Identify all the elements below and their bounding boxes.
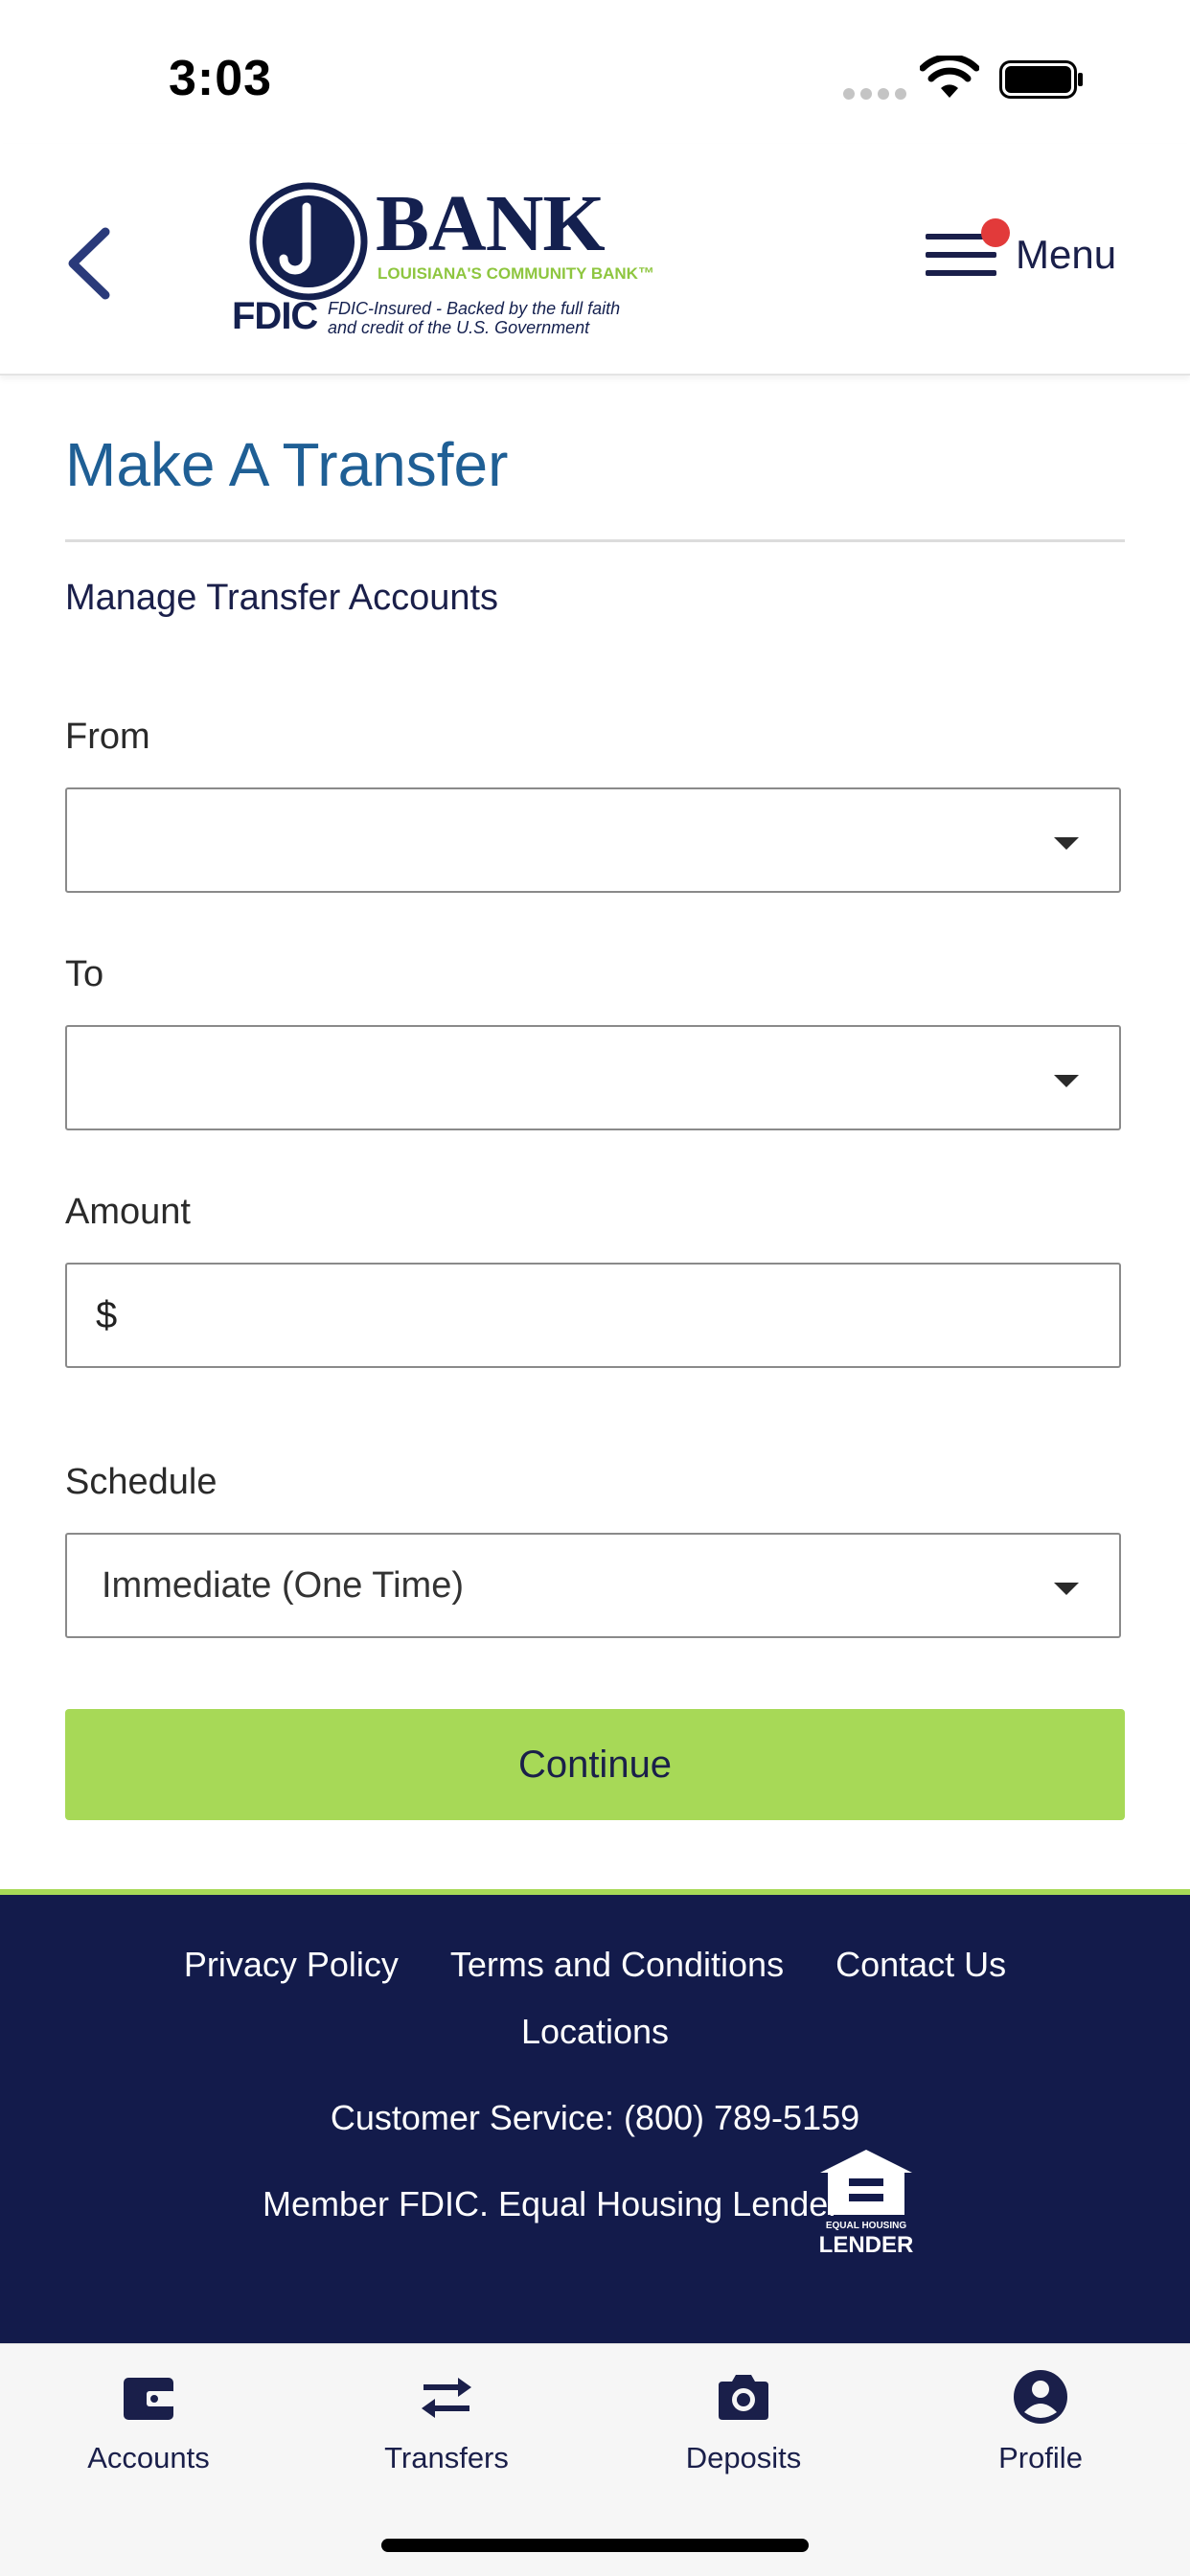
ehl-text-2: LENDER (818, 2232, 914, 2258)
amount-input[interactable]: $ (65, 1263, 1121, 1368)
menu-button[interactable]: Menu (926, 217, 1116, 293)
caret-down-icon (1054, 1075, 1079, 1087)
title-divider (65, 539, 1125, 542)
caret-down-icon (1054, 837, 1079, 850)
logo-tagline: LOUISIANA'S COMMUNITY BANK™ (378, 264, 654, 283)
person-circle-icon (1014, 2370, 1067, 2424)
tab-accounts[interactable]: Accounts (53, 2366, 244, 2475)
contact-us-link[interactable]: Contact Us (835, 1945, 1006, 1985)
back-button[interactable] (57, 220, 125, 307)
schedule-label: Schedule (65, 1462, 217, 1502)
tab-deposits[interactable]: Deposits (648, 2366, 839, 2475)
to-label: To (65, 954, 104, 994)
tab-profile-label: Profile (998, 2441, 1083, 2474)
from-select[interactable] (65, 787, 1121, 893)
camera-icon (719, 2375, 768, 2420)
logo-brand: BANK (376, 179, 606, 268)
home-indicator (381, 2539, 809, 2552)
tab-transfers[interactable]: Transfers (351, 2366, 542, 2475)
tab-accounts-label: Accounts (87, 2441, 210, 2474)
locations-link[interactable]: Locations (521, 2012, 669, 2051)
logo-fdic: FDIC (232, 295, 318, 337)
tab-profile[interactable]: Profile (945, 2366, 1136, 2475)
manage-transfer-accounts-link[interactable]: Manage Transfer Accounts (65, 578, 498, 619)
wallet-icon (124, 2378, 175, 2420)
cellular-signal-icon (843, 88, 906, 100)
notification-dot (981, 218, 1010, 247)
battery-icon (999, 60, 1083, 99)
caret-down-icon (1054, 1583, 1079, 1595)
amount-label: Amount (65, 1192, 191, 1232)
footer-links: Privacy Policy Terms and Conditions Cont… (0, 1945, 1190, 1985)
schedule-value: Immediate (One Time) (102, 1565, 464, 1606)
to-select[interactable] (65, 1025, 1121, 1130)
bank-logo: BANK LOUISIANA'S COMMUNITY BANK™ FDIC FD… (228, 179, 654, 345)
logo-fdic-note-2: and credit of the U.S. Government (328, 318, 590, 337)
hamburger-icon (926, 218, 1010, 282)
member-fdic-text: Member FDIC. Equal Housing Lender (263, 2184, 840, 2223)
equal-housing-lender-icon: EQUAL HOUSING LENDER (816, 2146, 916, 2258)
status-time: 3:03 (169, 51, 273, 106)
privacy-policy-link[interactable]: Privacy Policy (184, 1945, 399, 1985)
tab-deposits-label: Deposits (685, 2441, 802, 2474)
schedule-select[interactable]: Immediate (One Time) (65, 1533, 1121, 1638)
currency-symbol: $ (96, 1294, 118, 1336)
wifi-icon (920, 56, 979, 98)
menu-label: Menu (1016, 232, 1117, 277)
customer-service-text[interactable]: Customer Service: (800) 789-5159 (0, 2098, 1190, 2138)
ehl-text-1: EQUAL HOUSING (825, 2221, 907, 2231)
transfer-arrows-icon (422, 2378, 471, 2418)
logo-fdic-note-1: FDIC-Insured - Backed by the full faith (328, 299, 621, 318)
continue-button[interactable]: Continue (65, 1709, 1125, 1820)
chevron-left-icon (68, 227, 110, 300)
terms-link[interactable]: Terms and Conditions (450, 1945, 784, 1985)
from-label: From (65, 717, 150, 757)
page-title: Make A Transfer (65, 430, 509, 499)
tab-transfers-label: Transfers (384, 2441, 509, 2474)
